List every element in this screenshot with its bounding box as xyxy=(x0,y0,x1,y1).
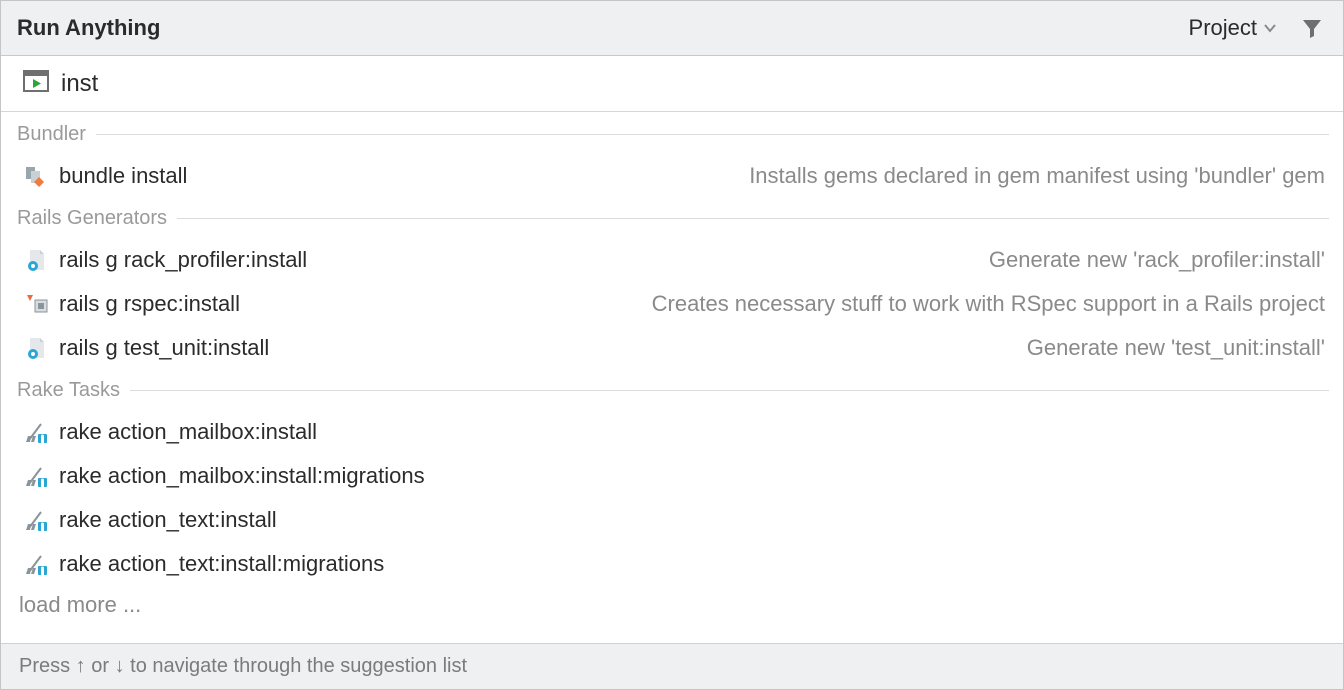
result-label: rails g rack_profiler:install xyxy=(59,247,307,273)
generator-icon xyxy=(23,247,49,273)
rspec-generator-icon xyxy=(23,291,49,317)
result-description: Creates necessary stuff to work with RSp… xyxy=(652,291,1325,317)
group-header-label: Rake Tasks xyxy=(17,379,120,402)
result-item-rake-text-install[interactable]: rake action_text:install xyxy=(1,498,1343,542)
result-label: rake action_mailbox:install xyxy=(59,419,317,445)
group-header-label: Rails Generators xyxy=(17,207,167,230)
result-item-rack-profiler[interactable]: rails g rack_profiler:install Generate n… xyxy=(1,238,1343,282)
rake-icon xyxy=(23,463,49,489)
group-header-label: Bundler xyxy=(17,123,86,146)
divider xyxy=(96,134,1329,135)
chevron-down-icon xyxy=(1263,15,1277,41)
result-label: rake action_mailbox:install:migrations xyxy=(59,463,425,489)
result-description: Generate new 'rack_profiler:install' xyxy=(989,247,1325,273)
rake-icon xyxy=(23,419,49,445)
group-header-rake: Rake Tasks xyxy=(1,370,1343,410)
divider xyxy=(130,390,1329,391)
scope-label: Project xyxy=(1189,15,1257,41)
search-bar xyxy=(1,56,1343,112)
scope-selector[interactable]: Project xyxy=(1183,11,1283,45)
result-item-rake-mailbox-install[interactable]: rake action_mailbox:install xyxy=(1,410,1343,454)
result-label: rake action_text:install:migrations xyxy=(59,551,384,577)
rake-icon xyxy=(23,551,49,577)
result-label: rake action_text:install xyxy=(59,507,277,533)
load-more-link[interactable]: load more ... xyxy=(1,586,1343,624)
run-icon xyxy=(23,70,49,97)
group-header-generators: Rails Generators xyxy=(1,198,1343,238)
footer-hint-bar: Press ↑ or ↓ to navigate through the sug… xyxy=(1,643,1343,689)
result-description: Installs gems declared in gem manifest u… xyxy=(749,163,1325,189)
popup-title: Run Anything xyxy=(17,15,160,41)
divider xyxy=(177,218,1329,219)
result-label: rails g test_unit:install xyxy=(59,335,269,361)
results-list: Bundler bundle install Installs gems dec… xyxy=(1,112,1343,643)
run-anything-popup: Run Anything Project Bundler xyxy=(0,0,1344,690)
result-label: bundle install xyxy=(59,163,187,189)
bundler-icon xyxy=(23,163,49,189)
result-item-test-unit[interactable]: rails g test_unit:install Generate new '… xyxy=(1,326,1343,370)
search-input[interactable] xyxy=(61,70,1321,98)
result-item-bundle-install[interactable]: bundle install Installs gems declared in… xyxy=(1,154,1343,198)
result-item-rake-mailbox-migrations[interactable]: rake action_mailbox:install:migrations xyxy=(1,454,1343,498)
generator-icon xyxy=(23,335,49,361)
funnel-icon xyxy=(1300,16,1324,40)
footer-hint-text: Press ↑ or ↓ to navigate through the sug… xyxy=(19,655,467,678)
filter-button[interactable] xyxy=(1295,11,1329,45)
result-description: Generate new 'test_unit:install' xyxy=(1027,335,1325,361)
rake-icon xyxy=(23,507,49,533)
result-label: rails g rspec:install xyxy=(59,291,240,317)
titlebar: Run Anything Project xyxy=(1,1,1343,56)
group-header-bundler: Bundler xyxy=(1,114,1343,154)
result-item-rake-text-migrations[interactable]: rake action_text:install:migrations xyxy=(1,542,1343,586)
result-item-rspec[interactable]: rails g rspec:install Creates necessary … xyxy=(1,282,1343,326)
